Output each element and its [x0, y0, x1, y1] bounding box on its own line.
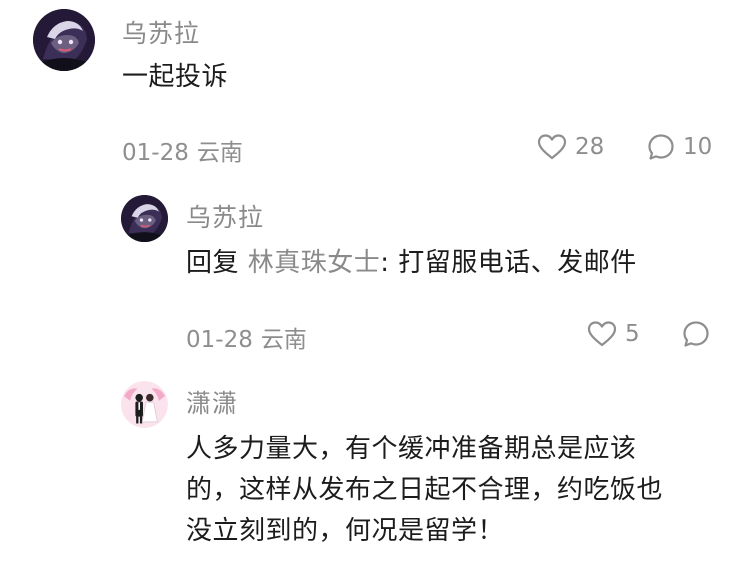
comment-date: 01-28: [186, 327, 253, 353]
comment-text: 人多力量大，有个缓冲准备期总是应该 的，这样从发布之日起不合理，约吃饭也 没立刻…: [186, 429, 663, 552]
user-avatar[interactable]: [121, 195, 168, 242]
comment-text: 回复 林真珠女士: 打留服电话、发邮件: [186, 243, 637, 284]
speech-bubble-outline-icon: [683, 321, 709, 347]
comment-text: 一起投诉: [122, 62, 229, 92]
reply-target-username[interactable]: 林真珠女士: [248, 248, 381, 278]
comment-username[interactable]: 乌苏拉: [186, 198, 264, 234]
like-count: 28: [575, 134, 605, 160]
comment-text-line: 的，这样从发布之日起不合理，约吃饭也: [186, 475, 664, 505]
reply-body: : 打留服电话、发邮件: [380, 248, 637, 278]
reply-prefix: 回复: [186, 248, 248, 278]
like-count: 5: [625, 321, 640, 347]
reply-count: 10: [683, 134, 713, 160]
comment-location: 云南: [260, 327, 307, 353]
speech-bubble-outline-icon: [648, 134, 674, 160]
reply-item: 潇潇 人多力量大，有个缓冲准备期总是应该 的，这样从发布之日起不合理，约吃饭也 …: [0, 355, 750, 588]
comment-username[interactable]: 潇潇: [186, 384, 238, 420]
user-avatar[interactable]: [121, 381, 168, 428]
heart-outline-icon: [537, 134, 567, 160]
comment-username[interactable]: 乌苏拉: [122, 14, 200, 50]
heart-outline-icon: [587, 321, 617, 347]
comment-meta: 01-28 云南: [122, 133, 243, 167]
like-button[interactable]: 28: [537, 133, 604, 161]
comment-item: 乌苏拉 一起投诉 01-28 云南 28 10: [0, 0, 750, 180]
user-avatar[interactable]: [33, 9, 95, 71]
comment-text-line: 没立刻到的，何况是留学！: [186, 516, 505, 546]
comment-date: 01-28: [122, 140, 189, 166]
comment-text-line: 人多力量大，有个缓冲准备期总是应该: [186, 434, 637, 464]
like-button[interactable]: 5: [587, 320, 640, 348]
reply-item: 乌苏拉 回复 林真珠女士: 打留服电话、发邮件 01-28 云南 5: [0, 180, 750, 355]
comment-meta: 01-28 云南: [186, 320, 307, 354]
reply-button[interactable]: [682, 320, 710, 348]
reply-button[interactable]: 10: [647, 133, 712, 161]
comment-location: 云南: [196, 140, 243, 166]
